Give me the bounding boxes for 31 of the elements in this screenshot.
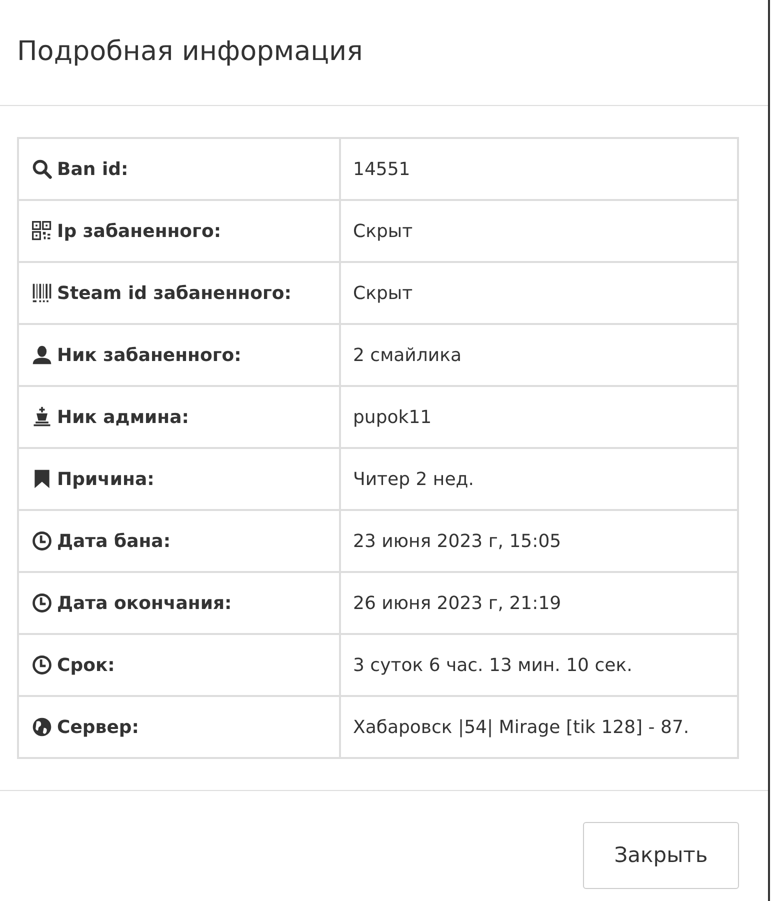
field-label: Ник забаненного: [57,344,242,368]
value-cell: Скрыт [340,200,738,262]
field-label: Дата бана: [57,530,171,554]
value-cell: 2 смайлика [340,324,738,386]
barcode-icon [31,282,53,304]
qr-code-icon [31,220,53,242]
chess-king-icon [31,406,53,428]
field-label: Дата окончания: [57,592,232,616]
clock-icon [31,592,53,614]
field-label: Ban id: [57,158,128,182]
value-cell: 3 суток 6 час. 13 мин. 10 сек. [340,634,738,696]
user-icon [31,344,53,366]
search-icon [31,158,53,180]
field-label: Steam id забаненного: [57,282,292,306]
value-cell: Хабаровск |54| Mirage [tik 128] - 87. [340,696,738,758]
field-label: Ник админа: [57,406,189,430]
field-label: Ip забаненного: [57,220,222,244]
field-label: Сервер: [57,716,139,740]
value-cell: Скрыт [340,262,738,324]
field-label: Причина: [57,468,154,492]
globe-icon [31,716,53,738]
clock-icon [31,530,53,552]
value-cell: pupok11 [340,386,738,448]
clock-icon [31,654,53,676]
modal-title: Подробная информация [17,36,363,69]
field-label: Срок: [57,654,115,678]
value-cell: 14551 [340,138,738,200]
value-cell: 23 июня 2023 г, 15:05 [340,510,738,572]
close-button[interactable]: Закрыть [583,822,739,889]
value-cell: 26 июня 2023 г, 21:19 [340,572,738,634]
value-cell: Читер 2 нед. [340,448,738,510]
